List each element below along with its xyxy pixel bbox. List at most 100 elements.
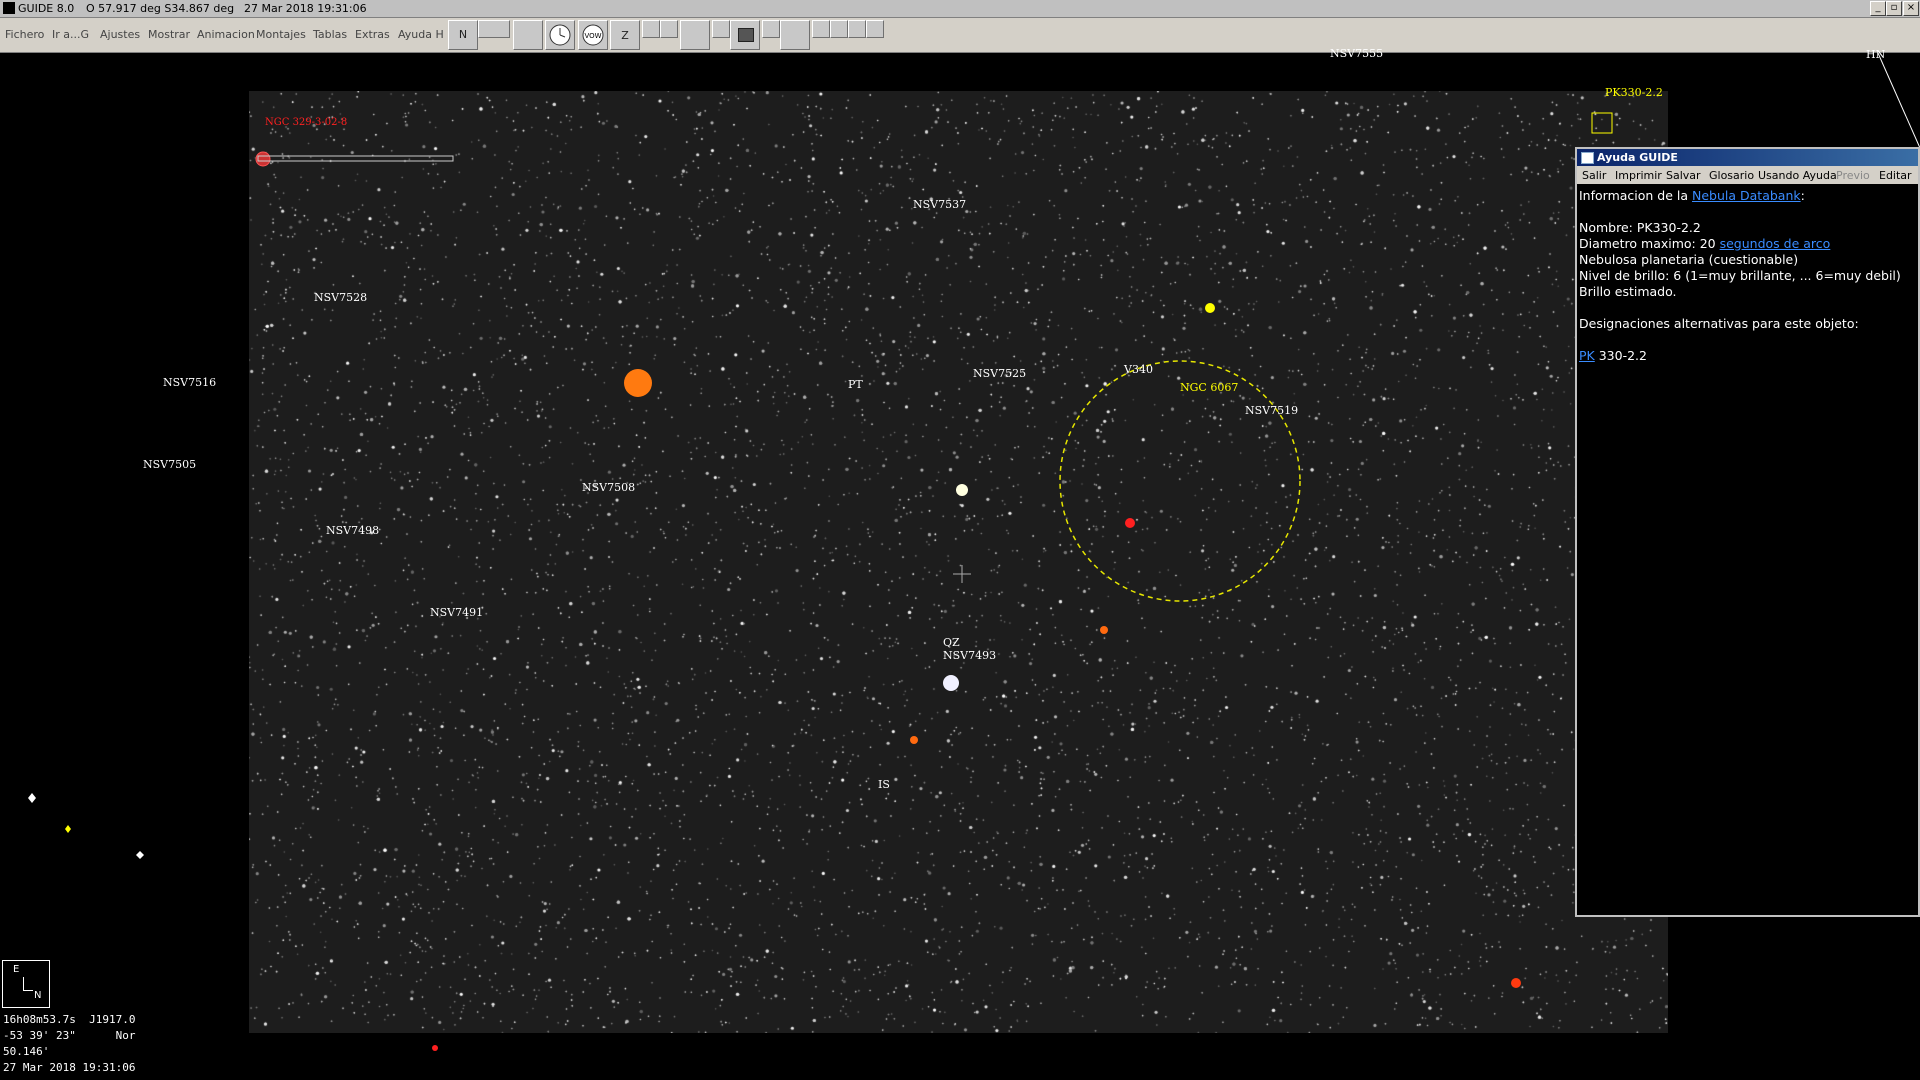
orange-star-lower-right[interactable] bbox=[1511, 978, 1521, 988]
ngc6067-outline[interactable] bbox=[1059, 360, 1301, 602]
label-nsv7508[interactable]: NSV7508 bbox=[582, 481, 635, 494]
arcsec-link[interactable]: segundos de arco bbox=[1720, 236, 1831, 251]
pk-link[interactable]: PK bbox=[1579, 348, 1595, 363]
help-intro-prefix: Informacion de la bbox=[1579, 188, 1693, 203]
label-nsv7525[interactable]: NSV7525 bbox=[973, 367, 1026, 380]
tool-button-9[interactable] bbox=[680, 20, 710, 50]
clock-button[interactable] bbox=[545, 20, 575, 50]
help-menu-previo[interactable]: Previo bbox=[1836, 169, 1870, 182]
restore-button[interactable]: ▫ bbox=[1886, 1, 1902, 16]
tool-button-7[interactable] bbox=[642, 20, 660, 38]
zoom-label: Z bbox=[621, 29, 629, 42]
compass-box: E N bbox=[2, 960, 50, 1008]
orange-star-3[interactable] bbox=[910, 736, 918, 744]
label-qz[interactable]: QZ bbox=[943, 636, 960, 649]
vow-button[interactable]: VOW bbox=[578, 20, 608, 50]
pk330-marker[interactable] bbox=[1591, 112, 1613, 134]
label-nsv7528[interactable]: NSV7528 bbox=[314, 291, 367, 304]
menu-fichero[interactable]: Fichero bbox=[5, 28, 44, 41]
help-menu-bar: Salir Imprimir Salvar Glosario Usando Ay… bbox=[1577, 166, 1918, 184]
status-datetime: 27 Mar 2018 19:31:06 bbox=[3, 1061, 136, 1074]
close-button[interactable]: × bbox=[1903, 1, 1919, 16]
white-diamond-star[interactable] bbox=[28, 793, 36, 803]
tool-button-14[interactable] bbox=[812, 20, 830, 38]
help-intro: Informacion de la Nebula Databank: bbox=[1579, 188, 1916, 204]
tool-button-17[interactable] bbox=[866, 20, 884, 38]
app-icon[interactable] bbox=[3, 2, 15, 14]
scale-bar bbox=[257, 155, 454, 162]
help-menu-imprimir[interactable]: Imprimir bbox=[1615, 169, 1662, 182]
white-diamond-star-2[interactable] bbox=[136, 851, 144, 859]
tool-button-10[interactable] bbox=[712, 20, 730, 38]
tool-button-12[interactable] bbox=[762, 20, 780, 38]
white-star-2[interactable] bbox=[943, 675, 959, 691]
menu-extras[interactable]: Extras bbox=[355, 28, 390, 41]
label-pk330[interactable]: PK330-2.2 bbox=[1605, 86, 1663, 99]
help-diameter: Diametro maximo: 20 segundos de arco bbox=[1579, 236, 1916, 252]
red-star-bottom[interactable] bbox=[432, 1045, 438, 1051]
label-nsv7505[interactable]: NSV7505 bbox=[143, 458, 196, 471]
menu-tablas[interactable]: Tablas bbox=[313, 28, 347, 41]
help-menu-usando-ayuda[interactable]: Usando Ayuda bbox=[1758, 169, 1837, 182]
label-nsv7498[interactable]: NSV7498 bbox=[326, 524, 379, 537]
menu-ayuda[interactable]: Ayuda H bbox=[398, 28, 444, 41]
label-nsv7516[interactable]: NSV7516 bbox=[163, 376, 216, 389]
help-menu-editar[interactable]: Editar bbox=[1879, 169, 1912, 182]
label-nsv7493[interactable]: NSV7493 bbox=[943, 649, 996, 662]
yellow-star[interactable] bbox=[1205, 303, 1215, 313]
help-window[interactable]: Ayuda GUIDE Salir Imprimir Salvar Glosar… bbox=[1575, 147, 1920, 917]
compass-line-v bbox=[23, 977, 24, 991]
app-title: GUIDE 8.0 bbox=[18, 2, 75, 15]
vow-label: VOW bbox=[584, 32, 601, 40]
nebula-databank-link[interactable]: Nebula Databank bbox=[1692, 188, 1801, 203]
help-alt-designation: PK 330-2.2 bbox=[1579, 348, 1916, 364]
tool-button-16[interactable] bbox=[848, 20, 866, 38]
compass-east: E bbox=[13, 964, 20, 975]
orange-star-2[interactable] bbox=[1100, 626, 1108, 634]
menu-ajustes[interactable]: Ajustes bbox=[100, 28, 140, 41]
help-content: Informacion de la Nebula Databank: Nombr… bbox=[1577, 184, 1918, 368]
compass-north: N bbox=[34, 990, 42, 1001]
label-is[interactable]: IS bbox=[878, 778, 890, 791]
menu-animacion[interactable]: Animacion bbox=[197, 28, 255, 41]
label-red-nebula[interactable]: NGC 329-3-02-8 bbox=[265, 117, 347, 128]
help-alt-heading: Designaciones alternativas para este obj… bbox=[1579, 316, 1859, 331]
image-button[interactable] bbox=[730, 20, 760, 50]
tool-button-13[interactable] bbox=[780, 20, 810, 50]
label-nsv7519[interactable]: NSV7519 bbox=[1245, 404, 1298, 417]
menu-mostrar[interactable]: Mostrar bbox=[148, 28, 190, 41]
help-type: Nebulosa planetaria (cuestionable) bbox=[1579, 252, 1799, 267]
help-alt-value: 330-2.2 bbox=[1594, 348, 1647, 363]
tool-button-3[interactable] bbox=[513, 20, 543, 50]
title-datetime: 27 Mar 2018 19:31:06 bbox=[244, 2, 367, 15]
label-nsv7491[interactable]: NSV7491 bbox=[430, 606, 483, 619]
north-up-button[interactable]: N bbox=[448, 20, 478, 50]
yellow-diamond-star[interactable] bbox=[65, 825, 71, 833]
tool-button-15[interactable] bbox=[830, 20, 848, 38]
zoom-button[interactable]: Z bbox=[610, 20, 640, 50]
edge-line bbox=[1877, 53, 1920, 149]
label-pt[interactable]: PT bbox=[848, 378, 863, 391]
status-ra: 16h08m53.7s J1917.0 bbox=[3, 1013, 136, 1026]
help-menu-glosario[interactable]: Glosario bbox=[1709, 169, 1754, 182]
menu-montajes[interactable]: Montajes bbox=[256, 28, 306, 41]
label-hn[interactable]: HN bbox=[1866, 48, 1885, 61]
bright-orange-star[interactable] bbox=[624, 369, 652, 397]
help-title: Ayuda GUIDE bbox=[1597, 151, 1678, 164]
menu-bar: Fichero Ir a...G Ajustes Mostrar Animaci… bbox=[0, 18, 1920, 53]
label-nsv7537[interactable]: NSV7537 bbox=[913, 198, 966, 211]
minimize-button[interactable]: _ bbox=[1870, 1, 1886, 16]
tool-button-8[interactable] bbox=[660, 20, 678, 38]
help-menu-salvar[interactable]: Salvar bbox=[1666, 169, 1701, 182]
image-icon bbox=[738, 28, 754, 42]
help-menu-salir[interactable]: Salir bbox=[1582, 169, 1606, 182]
label-v340[interactable]: V340 bbox=[1124, 363, 1153, 376]
tool-button-2[interactable] bbox=[478, 20, 510, 38]
north-label: N bbox=[458, 28, 468, 41]
red-star-cluster[interactable] bbox=[1125, 518, 1135, 528]
label-ngc6067[interactable]: NGC 6067 bbox=[1180, 381, 1238, 394]
white-star-1[interactable] bbox=[956, 484, 968, 496]
menu-ir-a[interactable]: Ir a...G bbox=[52, 28, 89, 41]
label-nsv7555[interactable]: NSV7555 bbox=[1330, 47, 1383, 60]
help-title-bar[interactable]: Ayuda GUIDE bbox=[1577, 149, 1918, 166]
